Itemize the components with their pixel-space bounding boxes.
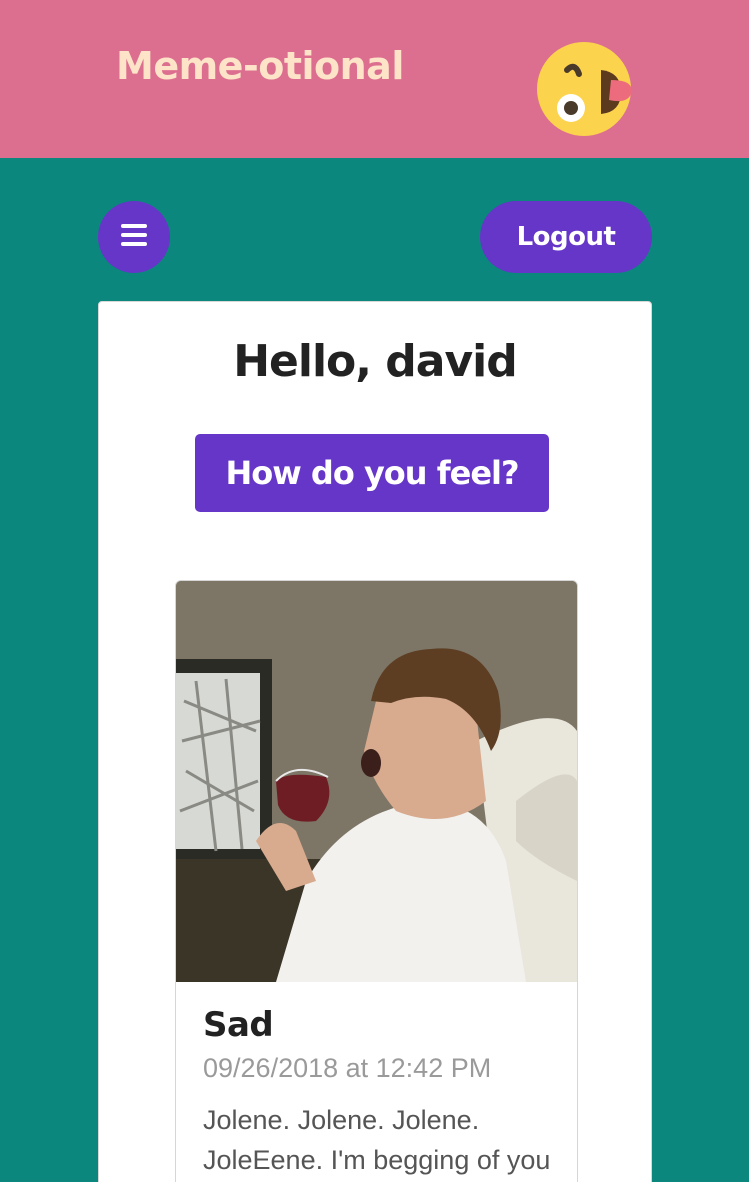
main-panel: Hello, david How do you feel? Sad 09/26/…: [98, 301, 652, 1182]
card-body: Sad 09/26/2018 at 12:42 PM Jolene. Jolen…: [203, 1005, 563, 1180]
app-header: Meme-otional: [0, 0, 749, 158]
greeting-heading: Hello, david: [233, 336, 518, 387]
hamburger-menu-icon: [121, 223, 147, 252]
logout-button[interactable]: Logout: [480, 201, 652, 273]
winking-tongue-face-icon[interactable]: [537, 42, 632, 136]
how-do-you-feel-button[interactable]: How do you feel?: [195, 434, 549, 512]
meme-entry-card[interactable]: Sad 09/26/2018 at 12:42 PM Jolene. Jolen…: [175, 580, 578, 1182]
entry-caption: Jolene. Jolene. Jolene. JoleEene. I'm be…: [203, 1105, 551, 1175]
entry-timestamp: 09/26/2018 at 12:42 PM: [203, 1053, 492, 1083]
meme-gif-image: [176, 581, 577, 982]
menu-button[interactable]: [98, 201, 170, 273]
entry-mood: Sad: [203, 1005, 274, 1045]
app-title: Meme-otional: [116, 44, 404, 88]
